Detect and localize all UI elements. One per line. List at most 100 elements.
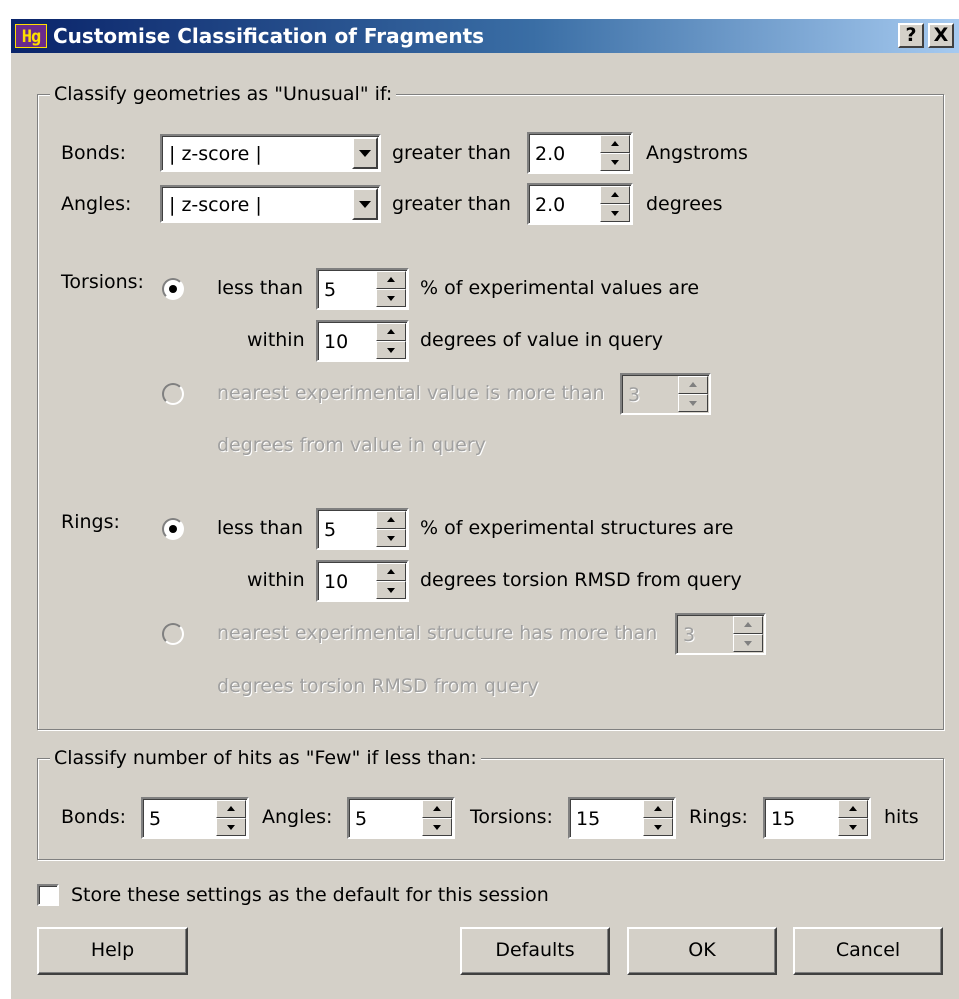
arrow-up-icon: [433, 806, 441, 811]
torsions-within-value[interactable]: 10: [324, 329, 348, 355]
arrow-up-icon: [654, 806, 662, 811]
few-rings-spinner[interactable]: 15: [763, 797, 871, 839]
angles-threshold-value[interactable]: 2.0: [535, 192, 565, 218]
rings-percent-down[interactable]: [376, 529, 406, 547]
angles-threshold-up[interactable]: [600, 186, 630, 204]
arrow-down-icon: [227, 825, 235, 830]
rings-percent-spinner[interactable]: 5: [316, 508, 409, 550]
rings-percent-text: % of experimental structures are: [420, 517, 734, 539]
arrow-up-icon: [611, 141, 619, 146]
few-angles-down[interactable]: [422, 818, 452, 836]
arrow-down-icon: [611, 160, 619, 165]
torsions-percent-radio[interactable]: [162, 278, 184, 300]
torsions-label: Torsions:: [61, 271, 144, 293]
app-icon: Hg: [15, 24, 47, 48]
angles-unit-label: degrees: [646, 193, 723, 215]
rings-nearest-text-2: degrees torsion RMSD from query: [217, 675, 539, 697]
few-bonds-spinner[interactable]: 5: [141, 797, 249, 839]
bonds-unit-label: Angstroms: [646, 142, 748, 164]
rings-percent-radio[interactable]: [162, 518, 184, 540]
few-angles-up[interactable]: [422, 800, 452, 818]
few-torsions-down[interactable]: [643, 818, 673, 836]
few-torsions-up[interactable]: [643, 800, 673, 818]
arrow-up-icon: [387, 329, 395, 334]
few-bonds-value[interactable]: 5: [149, 806, 161, 832]
angles-metric-combo[interactable]: | z-score |: [160, 185, 381, 223]
bonds-threshold-down[interactable]: [600, 153, 630, 171]
bonds-threshold-value[interactable]: 2.0: [535, 141, 565, 167]
rings-within-up[interactable]: [376, 563, 406, 581]
angles-threshold-spinner[interactable]: 2.0: [527, 183, 633, 225]
rings-percent-up[interactable]: [376, 511, 406, 529]
arrow-up-icon: [387, 277, 395, 282]
few-rings-up[interactable]: [838, 800, 868, 818]
few-torsions-label: Torsions:: [470, 806, 553, 828]
store-default-label[interactable]: Store these settings as the default for …: [71, 882, 549, 908]
bonds-label: Bonds:: [61, 142, 127, 164]
rings-within-value[interactable]: 10: [324, 569, 348, 595]
title-bar[interactable]: Hg Customise Classification of Fragments…: [11, 19, 959, 53]
torsions-within-text: degrees of value in query: [420, 329, 664, 351]
few-angles-spinner[interactable]: 5: [347, 797, 455, 839]
torsions-nearest-value[interactable]: 3: [628, 382, 640, 408]
ok-button[interactable]: OK: [627, 927, 777, 975]
bonds-threshold-spinner[interactable]: 2.0: [527, 132, 633, 174]
rings-percent-value[interactable]: 5: [324, 517, 336, 543]
arrow-down-icon: [387, 536, 395, 541]
rings-nearest-text: nearest experimental structure has more …: [217, 622, 658, 644]
torsions-percent-up[interactable]: [376, 271, 406, 289]
arrow-down-icon: [387, 588, 395, 593]
rings-within-label: within: [247, 569, 305, 591]
rings-nearest-spinner[interactable]: 3: [675, 613, 766, 655]
torsions-nearest-down[interactable]: [678, 394, 708, 412]
few-angles-value[interactable]: 5: [355, 806, 367, 832]
few-torsions-value[interactable]: 15: [576, 806, 600, 832]
torsions-nearest-radio[interactable]: [162, 383, 184, 405]
torsions-within-spinner[interactable]: 10: [316, 320, 409, 362]
torsions-within-up[interactable]: [376, 323, 406, 341]
help-button[interactable]: Help: [37, 927, 188, 975]
angles-comparator-label: greater than: [392, 193, 511, 215]
torsions-percent-value[interactable]: 5: [324, 277, 336, 303]
arrow-down-icon: [654, 825, 662, 830]
torsions-nearest-up[interactable]: [678, 376, 708, 394]
angles-threshold-down[interactable]: [600, 204, 630, 222]
close-button[interactable]: X: [928, 23, 954, 48]
arrow-up-icon: [689, 382, 697, 387]
rings-within-spinner[interactable]: 10: [316, 560, 409, 602]
store-default-checkbox[interactable]: [37, 884, 59, 906]
arrow-down-icon: [387, 296, 395, 301]
arrow-up-icon: [227, 806, 235, 811]
torsions-nearest-spinner[interactable]: 3: [620, 373, 711, 415]
bonds-comparator-label: greater than: [392, 142, 511, 164]
torsions-percent-down[interactable]: [376, 289, 406, 307]
few-bonds-up[interactable]: [216, 800, 246, 818]
few-bonds-down[interactable]: [216, 818, 246, 836]
rings-nearest-down[interactable]: [733, 634, 763, 652]
bonds-combo-dropdown-button[interactable]: [352, 137, 378, 169]
window-title: Customise Classification of Fragments: [53, 24, 485, 48]
arrow-up-icon: [744, 622, 752, 627]
few-torsions-spinner[interactable]: 15: [568, 797, 676, 839]
cancel-button[interactable]: Cancel: [793, 927, 943, 975]
few-angles-label: Angles:: [262, 806, 333, 828]
few-rings-value[interactable]: 15: [771, 806, 795, 832]
rings-nearest-up[interactable]: [733, 616, 763, 634]
rings-nearest-radio[interactable]: [162, 623, 184, 645]
radio-selected-dot: [169, 285, 177, 293]
rings-nearest-value[interactable]: 3: [683, 622, 695, 648]
torsions-within-down[interactable]: [376, 341, 406, 359]
bonds-metric-combo[interactable]: | z-score |: [160, 134, 381, 172]
torsions-percent-text: % of experimental values are: [420, 277, 700, 299]
context-help-button[interactable]: ?: [898, 23, 924, 48]
rings-within-down[interactable]: [376, 581, 406, 599]
arrow-down-icon: [849, 825, 857, 830]
arrow-down-icon: [744, 641, 752, 646]
few-group-label: Classify number of hits as "Few" if less…: [50, 746, 481, 770]
rings-less-than-label: less than: [217, 517, 303, 539]
defaults-button[interactable]: Defaults: [460, 927, 610, 975]
angles-combo-dropdown-button[interactable]: [352, 188, 378, 220]
torsions-percent-spinner[interactable]: 5: [316, 268, 409, 310]
few-rings-down[interactable]: [838, 818, 868, 836]
bonds-threshold-up[interactable]: [600, 135, 630, 153]
